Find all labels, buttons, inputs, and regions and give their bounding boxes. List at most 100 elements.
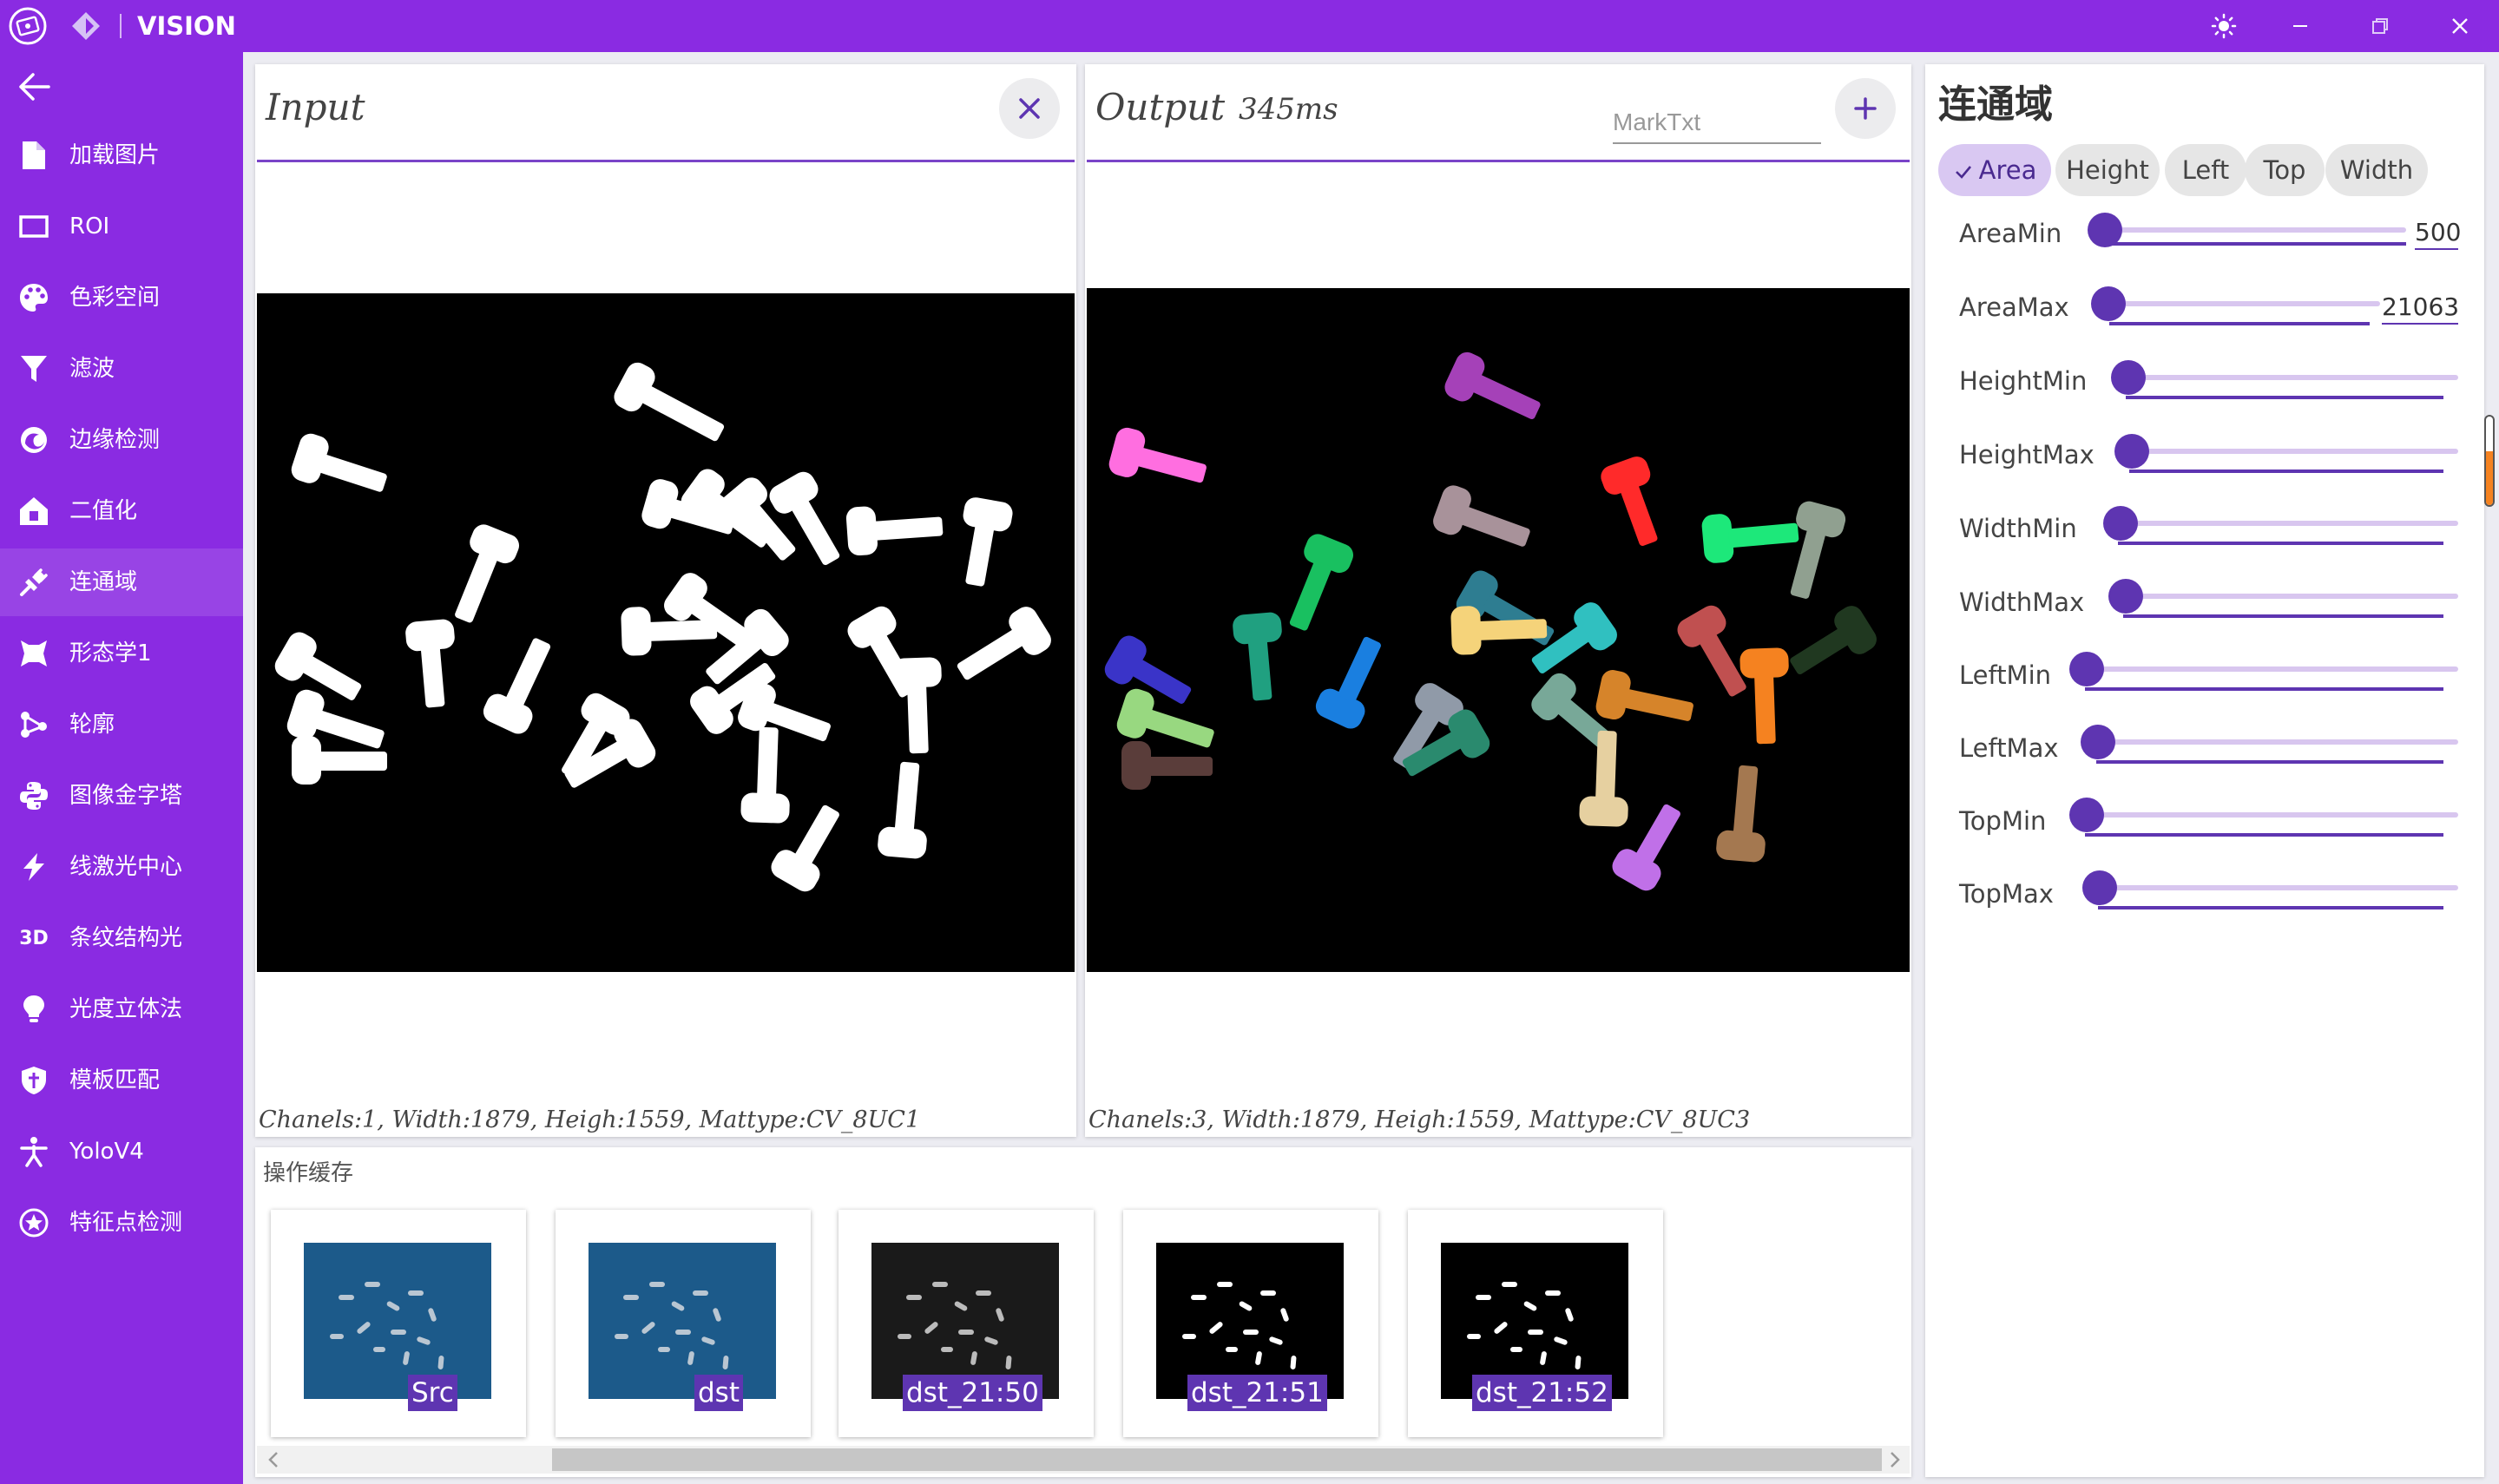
- topmin-slider-thumb[interactable]: [2069, 798, 2104, 832]
- topmax-slider-track[interactable]: [2098, 885, 2458, 890]
- areamin-slider-track[interactable]: [2106, 227, 2406, 233]
- sidebar-item-image-pyramid[interactable]: 图像金字塔: [0, 762, 243, 830]
- widthmax-slider-thumb[interactable]: [2108, 579, 2143, 614]
- sidebar-item-filter[interactable]: 滤波: [0, 335, 243, 403]
- sidebar-item-photometric-stereo[interactable]: 光度立体法: [0, 975, 243, 1043]
- leftmax-slider-track[interactable]: [2096, 739, 2458, 745]
- diamond-icon: [69, 10, 102, 43]
- close-input-button[interactable]: [999, 78, 1060, 139]
- sidebar-item-label: 滤波: [69, 356, 115, 382]
- restore-button[interactable]: [2354, 5, 2406, 47]
- sidebar-item-connected-components[interactable]: 连通域: [0, 548, 243, 616]
- cache-item-label: dst_21:50: [903, 1375, 1042, 1411]
- areamin-value[interactable]: 500: [2415, 217, 2461, 250]
- cache-item-label: Src: [408, 1375, 457, 1411]
- input-title: Input: [266, 86, 365, 128]
- heightmax-slider-underline: [2129, 469, 2443, 473]
- sidebar-item-label: 边缘检测: [69, 427, 161, 453]
- sidebar-item-edge-detection[interactable]: 边缘检测: [0, 406, 243, 474]
- edge-icon: [17, 424, 50, 456]
- title-bar: VISION: [0, 0, 2499, 52]
- scroll-left-icon[interactable]: [264, 1449, 283, 1470]
- sidebar-item-label: 连通域: [69, 569, 138, 595]
- chip-height[interactable]: Height: [2055, 144, 2160, 196]
- sidebar-item-yolov4[interactable]: YoloV4: [0, 1118, 243, 1185]
- cache-item[interactable]: dst: [556, 1210, 811, 1437]
- leftmin-slider-thumb[interactable]: [2069, 652, 2104, 686]
- params-scrollbar-thumb[interactable]: [2486, 451, 2493, 505]
- title-separator: [120, 14, 122, 38]
- sidebar-item-laser-center[interactable]: 线激光中心: [0, 833, 243, 901]
- sidebar-item-binarize[interactable]: 二值化: [0, 477, 243, 545]
- cache-item[interactable]: Src: [271, 1210, 526, 1437]
- widthmax-slider-track[interactable]: [2123, 594, 2458, 599]
- mark-text-input[interactable]: [1613, 102, 1821, 144]
- cache-item-label: dst_21:51: [1187, 1375, 1327, 1411]
- widthmin-slider-track[interactable]: [2118, 521, 2458, 526]
- sidebar-item-label: 条纹结构光: [69, 925, 183, 951]
- arrow-left-icon: [19, 73, 50, 101]
- areamin-slider-underline: [2108, 242, 2406, 246]
- sidebar-item-label: 形态学1: [69, 640, 152, 666]
- morphology-icon: [17, 637, 50, 670]
- sidebar-item-feature-detection[interactable]: 特征点检测: [0, 1189, 243, 1257]
- output-title-underline: [1087, 160, 1910, 162]
- topmin-slider-underline: [2085, 833, 2443, 837]
- param-label: HeightMax: [1959, 440, 2095, 469]
- areamin-slider-thumb[interactable]: [2088, 213, 2122, 247]
- chip-area[interactable]: Area: [1938, 144, 2051, 196]
- areamax-slider-thumb[interactable]: [2091, 286, 2126, 321]
- cache-item[interactable]: dst_21:50: [838, 1210, 1094, 1437]
- heightmax-slider-thumb[interactable]: [2114, 434, 2149, 469]
- leftmin-slider-underline: [2085, 687, 2443, 691]
- minimize-button[interactable]: [2274, 5, 2326, 47]
- widthmin-slider-thumb[interactable]: [2103, 506, 2138, 541]
- sidebar-item-color-space[interactable]: 色彩空间: [0, 264, 243, 332]
- leftmin-slider-track[interactable]: [2085, 666, 2458, 672]
- param-label: HeightMin: [1959, 366, 2088, 396]
- chip-width[interactable]: Width: [2325, 144, 2428, 196]
- theme-toggle-button[interactable]: [2198, 5, 2250, 47]
- add-output-button[interactable]: [1835, 78, 1896, 139]
- heightmax-slider-track[interactable]: [2129, 449, 2458, 454]
- areamax-slider-track[interactable]: [2109, 301, 2380, 306]
- cache-scrollbar-thumb[interactable]: [552, 1448, 1882, 1471]
- cache-item-label: dst_21:52: [1472, 1375, 1612, 1411]
- cache-item[interactable]: dst_21:51: [1123, 1210, 1378, 1437]
- sidebar-item-structured-light[interactable]: 3D 条纹结构光: [0, 904, 243, 972]
- cache-item-label: dst: [694, 1375, 743, 1411]
- topmax-slider-thumb[interactable]: [2082, 870, 2117, 905]
- topmin-slider-track[interactable]: [2085, 812, 2458, 818]
- sidebar-item-load-image[interactable]: 加载图片: [0, 121, 243, 189]
- sidebar-item-label: 轮廓: [69, 712, 115, 738]
- topmax-slider-underline: [2098, 906, 2443, 909]
- areamax-slider-underline: [2109, 322, 2370, 325]
- params-scrollbar[interactable]: [2484, 415, 2495, 507]
- close-window-button[interactable]: [2434, 5, 2486, 47]
- chip-top[interactable]: Top: [2245, 144, 2325, 196]
- cache-item[interactable]: dst_21:52: [1408, 1210, 1663, 1437]
- leftmax-slider-thumb[interactable]: [2081, 725, 2115, 759]
- params-panel: [1925, 64, 2484, 1477]
- output-title: Output: [1095, 86, 1226, 128]
- sidebar-item-contour[interactable]: 轮廓: [0, 691, 243, 758]
- heightmin-slider-thumb[interactable]: [2111, 360, 2146, 395]
- processing-time: 345ms: [1239, 92, 1338, 127]
- shield-icon: [17, 1064, 50, 1097]
- person-icon: [17, 1135, 50, 1168]
- output-status: Chanels:3, Width:1879, Heigh:1559, Matty…: [1088, 1106, 1751, 1133]
- plus-icon: [1854, 97, 1877, 120]
- sidebar-item-template-matching[interactable]: 模板匹配: [0, 1047, 243, 1114]
- sidebar-item-label: 线激光中心: [69, 854, 183, 880]
- back-button[interactable]: [12, 69, 57, 104]
- bulb-icon: [17, 993, 50, 1026]
- scroll-right-icon[interactable]: [1885, 1449, 1904, 1470]
- areamax-value[interactable]: 21063: [2382, 292, 2459, 325]
- sidebar-item-morphology[interactable]: 形态学1: [0, 620, 243, 687]
- sidebar-item-roi[interactable]: ROI: [0, 193, 243, 260]
- heightmin-slider-track[interactable]: [2126, 375, 2458, 380]
- python-icon: [17, 779, 50, 812]
- cache-thumbnail: [589, 1243, 776, 1399]
- chip-left[interactable]: Left: [2165, 144, 2246, 196]
- 3d-icon: 3D: [19, 927, 49, 949]
